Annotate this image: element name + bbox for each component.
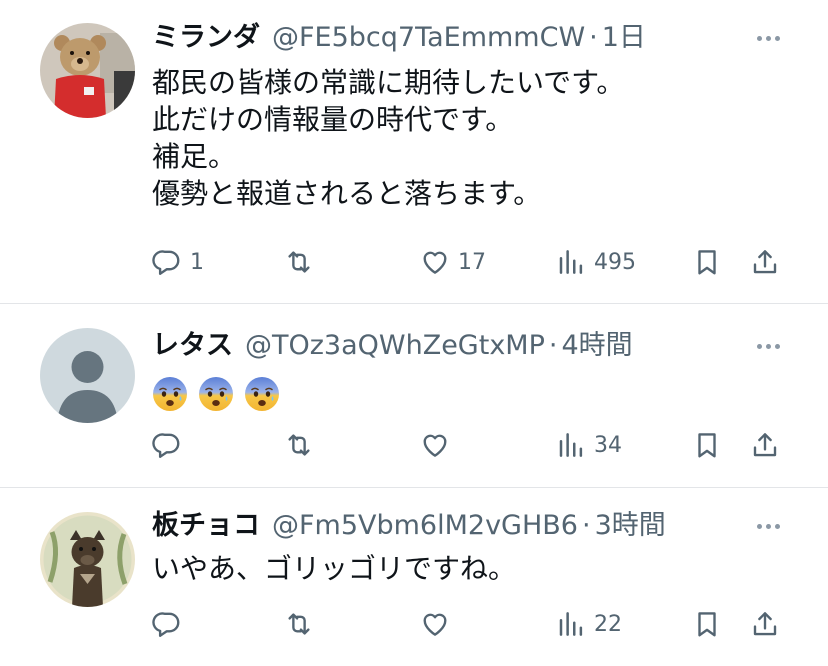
person-icon (40, 328, 135, 423)
tweet-header: 板チョコ @Fm5Vbm6lM2vGHB6 · 3時間 (152, 508, 788, 544)
bookmark-icon (692, 247, 722, 277)
retweet-icon (284, 609, 314, 639)
retweet-button[interactable] (284, 242, 314, 282)
views-button[interactable]: 22 (556, 604, 622, 644)
tweet-header: ミランダ @FE5bcq7TaEmmmCW · 1日 (152, 20, 788, 56)
like-count: 17 (458, 249, 486, 275)
heart-icon (420, 430, 450, 460)
teddy-bear-icon (40, 23, 135, 118)
heart-icon (420, 609, 450, 639)
reply-icon (152, 430, 182, 460)
share-button[interactable] (750, 242, 780, 282)
tweet[interactable]: 板チョコ @Fm5Vbm6lM2vGHB6 · 3時間 いやあ、ゴリッゴリですね… (0, 488, 828, 666)
share-icon (750, 609, 780, 639)
bookmark-icon (692, 430, 722, 460)
analytics-icon (556, 609, 586, 639)
action-bar: 1 17 495 (152, 242, 788, 282)
view-count: 34 (594, 432, 622, 458)
more-options-icon[interactable] (748, 330, 788, 362)
heart-icon (420, 247, 450, 277)
reply-count: 1 (190, 249, 204, 275)
bookmark-button[interactable] (692, 242, 722, 282)
view-count: 495 (594, 249, 636, 275)
user-handle[interactable]: @Fm5Vbm6lM2vGHB6 (272, 508, 578, 544)
anxious-face-emoji (152, 376, 188, 412)
display-name[interactable]: ミランダ (152, 20, 260, 56)
teddy-bear-avatar[interactable] (40, 23, 135, 118)
separator: · (548, 330, 558, 361)
retweet-icon (284, 430, 314, 460)
user-handle[interactable]: @FE5bcq7TaEmmmCW (272, 20, 585, 56)
bookmark-button[interactable] (692, 604, 722, 644)
retweet-button[interactable] (284, 604, 314, 644)
views-button[interactable]: 495 (556, 242, 636, 282)
display-name[interactable]: レタス (152, 328, 233, 364)
views-button[interactable]: 34 (556, 425, 622, 465)
reply-button[interactable] (152, 604, 182, 644)
action-bar: 34 (152, 425, 788, 465)
tweet[interactable]: ミランダ @FE5bcq7TaEmmmCW · 1日 都民の皆様の常識に期待した… (0, 0, 828, 304)
default-person-avatar[interactable] (40, 328, 135, 423)
separator: · (581, 510, 591, 541)
anxious-face-emoji (198, 376, 234, 412)
dog-icon (40, 512, 135, 607)
timestamp[interactable]: 1日 (602, 20, 646, 56)
tweet-text: 都民の皆様の常識に期待したいです。 此だけの情報量の時代です。 補足。 優勢と報… (152, 64, 788, 212)
retweet-icon (284, 247, 314, 277)
tweet-text-line: 都民の皆様の常識に期待したいです。 (152, 66, 625, 99)
more-options-icon[interactable] (748, 510, 788, 542)
tweet-text: いやあ、ゴリッゴリですね。 (152, 550, 788, 587)
tweet[interactable]: レタス @TOz3aQWhZeGtxMP · 4時間 34 (0, 304, 828, 488)
timestamp[interactable]: 4時間 (561, 328, 632, 364)
tweet-text (152, 374, 788, 412)
like-button[interactable]: 17 (420, 242, 486, 282)
bookmark-icon (692, 609, 722, 639)
tweet-text-line: 補足。 (152, 140, 237, 173)
tweet-text-line: 此だけの情報量の時代です。 (152, 103, 514, 136)
tweet-header: レタス @TOz3aQWhZeGtxMP · 4時間 (152, 328, 788, 364)
analytics-icon (556, 247, 586, 277)
reply-icon (152, 247, 182, 277)
reply-button[interactable] (152, 425, 182, 465)
view-count: 22 (594, 611, 622, 637)
retweet-button[interactable] (284, 425, 314, 465)
like-button[interactable] (420, 425, 450, 465)
share-button[interactable] (750, 604, 780, 644)
separator: · (589, 22, 598, 53)
share-button[interactable] (750, 425, 780, 465)
like-button[interactable] (420, 604, 450, 644)
anxious-face-emoji (244, 376, 280, 412)
share-icon (750, 247, 780, 277)
more-options-icon[interactable] (748, 22, 788, 54)
dog-avatar[interactable] (40, 512, 135, 607)
timestamp[interactable]: 3時間 (595, 508, 666, 544)
reply-button[interactable]: 1 (152, 242, 204, 282)
tweet-text-line: いやあ、ゴリッゴリですね。 (152, 552, 517, 585)
share-icon (750, 430, 780, 460)
reply-icon (152, 609, 182, 639)
action-bar: 22 (152, 604, 788, 644)
user-handle[interactable]: @TOz3aQWhZeGtxMP (245, 328, 545, 364)
bookmark-button[interactable] (692, 425, 722, 465)
display-name[interactable]: 板チョコ (152, 508, 260, 544)
analytics-icon (556, 430, 586, 460)
tweet-text-line: 優勢と報道されると落ちます。 (152, 177, 542, 210)
